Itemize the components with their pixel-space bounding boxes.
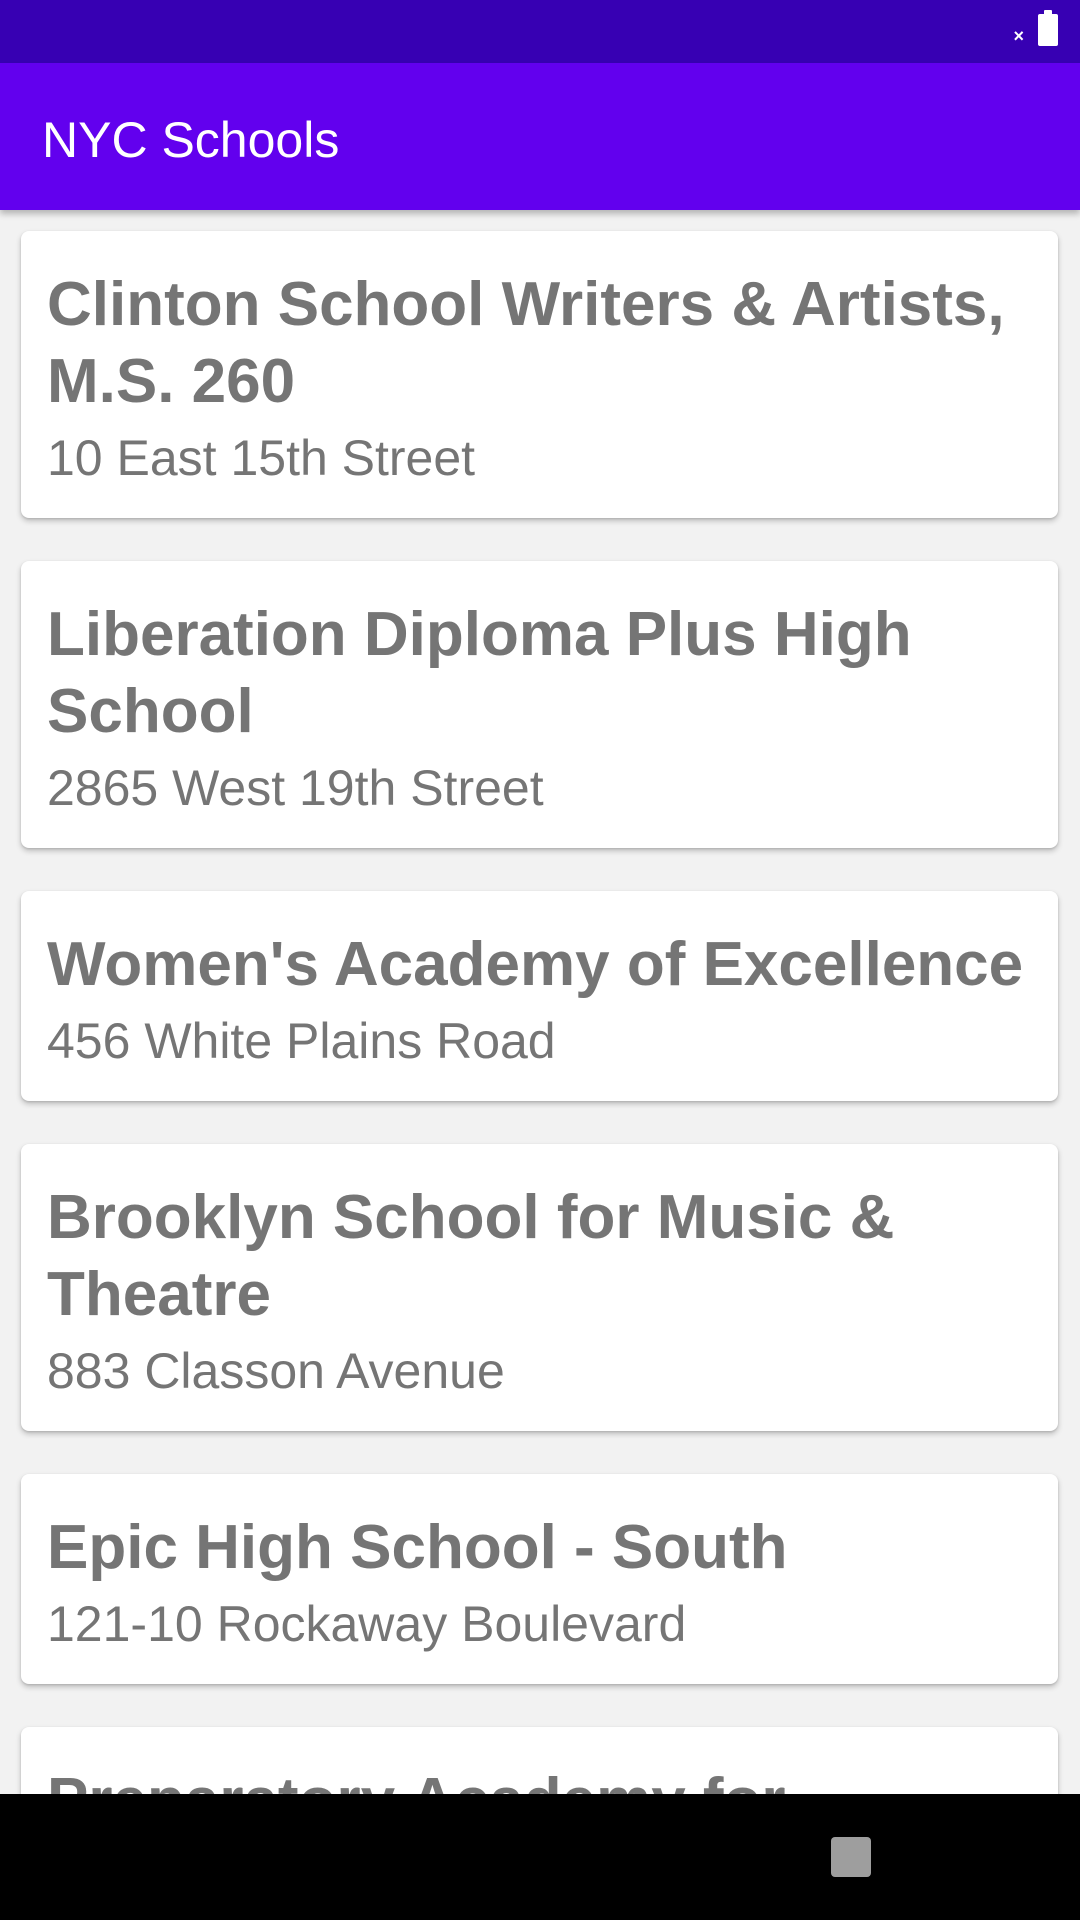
school-card[interactable]: Women's Academy of Excellence 456 White …	[21, 891, 1058, 1101]
no-signal-icon: ×	[1013, 26, 1024, 46]
school-card[interactable]: Liberation Diploma Plus High School 2865…	[21, 561, 1058, 848]
school-name: Liberation Diploma Plus High School	[47, 600, 912, 746]
school-card[interactable]: Clinton School Writers & Artists, M.S. 2…	[21, 231, 1058, 518]
school-name: Epic High School - South	[47, 1513, 788, 1582]
school-address: 2865 West 19th Street	[47, 760, 544, 816]
school-address: 10 East 15th Street	[47, 430, 476, 486]
school-address: 883 Classon Avenue	[47, 1343, 505, 1399]
school-name: Women's Academy of Excellence	[47, 930, 1024, 999]
school-card[interactable]: Epic High School - South 121-10 Rockaway…	[21, 1474, 1058, 1684]
school-name: Preparatory Academy for	[47, 1762, 1032, 1794]
battery-icon	[1038, 10, 1058, 46]
recents-icon[interactable]	[831, 1837, 871, 1877]
app-bar: NYC Schools	[0, 63, 1080, 210]
app-title: NYC Schools	[42, 112, 340, 168]
navigation-bar	[0, 1794, 1080, 1920]
status-bar: ×	[0, 0, 1080, 63]
school-name: Brooklyn School for Music & Theatre	[47, 1183, 895, 1329]
school-address: 456 White Plains Road	[47, 1013, 556, 1069]
school-name: Clinton School Writers & Artists, M.S. 2…	[47, 270, 1005, 416]
school-card[interactable]: Brooklyn School for Music & Theatre 883 …	[21, 1144, 1058, 1431]
school-address: 121-10 Rockaway Boulevard	[47, 1596, 687, 1652]
school-card[interactable]: Preparatory Academy for	[21, 1727, 1058, 1794]
school-list[interactable]: Clinton School Writers & Artists, M.S. 2…	[0, 210, 1080, 1794]
